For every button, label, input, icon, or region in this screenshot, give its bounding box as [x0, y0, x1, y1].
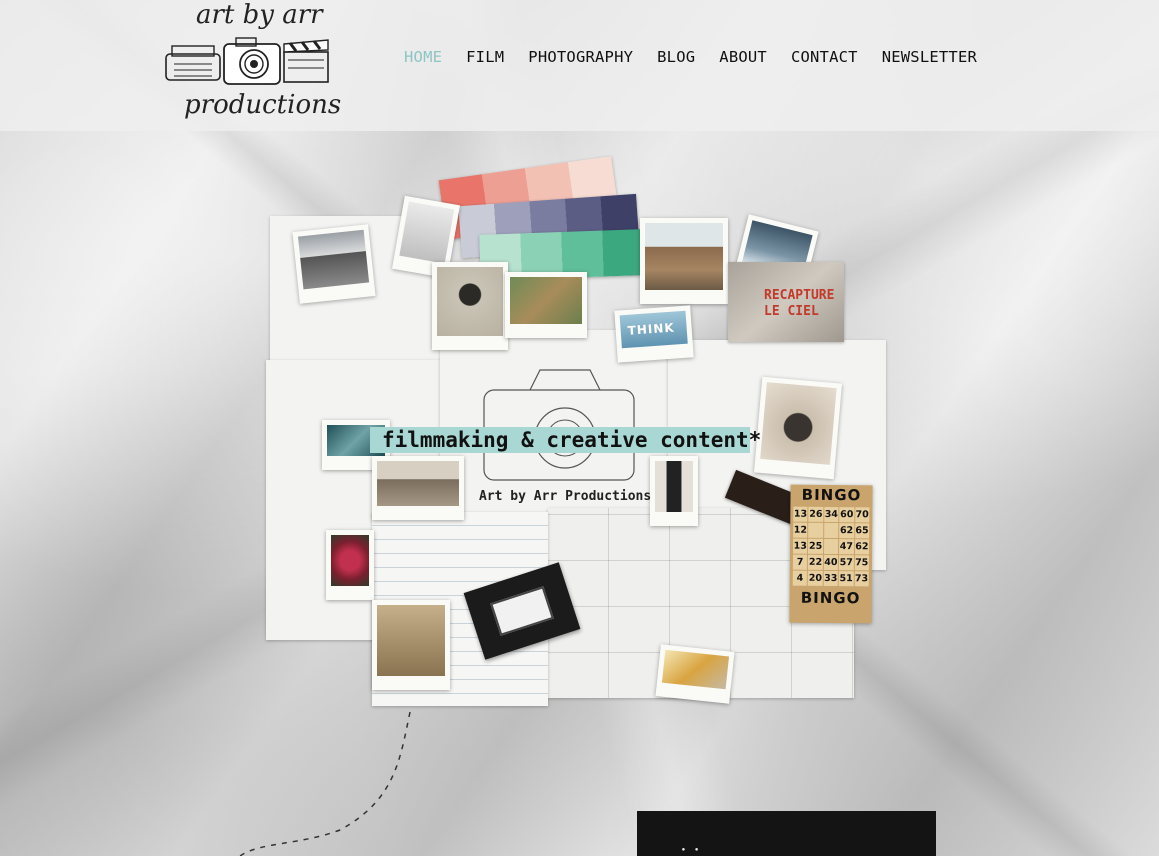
bingo-cell: 34: [824, 506, 839, 523]
group-photo: [372, 456, 464, 520]
bingo-cell: 62: [854, 539, 870, 555]
site-header: art by arr productions HOME FILM PHOTOGR…: [0, 0, 1159, 131]
nav-item-photography[interactable]: PHOTOGRAPHY: [516, 44, 645, 70]
bingo-cell: 73: [854, 571, 869, 587]
nav-item-blog[interactable]: BLOG: [645, 44, 707, 70]
logo-text-top: art by arr: [196, 0, 323, 30]
bingo-cell: 20: [808, 570, 823, 586]
partial-icon: ⸪: [681, 841, 699, 856]
bingo-cell: [823, 538, 839, 555]
nav-item-newsletter[interactable]: NEWSLETTER: [870, 44, 989, 70]
poster-text: RECAPTURE LE CIEL: [764, 288, 835, 319]
bingo-cell: 12: [793, 522, 808, 538]
window-photo: [650, 456, 698, 526]
aerial-city-photo: [505, 272, 587, 338]
bingo-cell: 47: [839, 539, 854, 555]
nav-item-home[interactable]: HOME: [392, 44, 454, 70]
bingo-cell: 57: [839, 555, 854, 571]
bingo-footer: BINGO: [800, 588, 861, 608]
bingo-cell: 7: [792, 554, 808, 570]
bingo-cell: 13: [793, 506, 808, 522]
typewriter-camera-clapperboard-icon: [165, 37, 329, 85]
main-nav: HOME FILM PHOTOGRAPHY BLOG ABOUT CONTACT…: [392, 44, 989, 70]
bingo-header: BINGO: [801, 485, 862, 505]
bingo-cell: 26: [808, 506, 824, 522]
dark-content-block: ⸪: [637, 811, 936, 856]
recapture-poster-photo: RECAPTURE LE CIEL: [728, 262, 844, 342]
bingo-card: BINGO 13 26 34 60 70 12 62 65 13 25 47 62 7 22 40 57 75 4…: [789, 484, 873, 624]
bingo-cell: 70: [854, 507, 870, 523]
bingo-cell: [808, 522, 824, 538]
bingo-cell: 75: [854, 555, 869, 571]
bingo-cell: 33: [823, 570, 839, 587]
typewriter-photo: [753, 376, 843, 480]
bingo-cell: 25: [808, 538, 823, 554]
think-photo: THINK: [614, 305, 694, 363]
bingo-cell: 60: [839, 507, 855, 523]
door-photo: [372, 600, 450, 690]
nav-item-contact[interactable]: CONTACT: [779, 44, 870, 70]
flower-photo: [326, 530, 374, 600]
bingo-cell: 22: [808, 554, 823, 570]
bingo-cell: 62: [839, 523, 854, 539]
castle-photo: [640, 218, 728, 304]
nav-item-about[interactable]: ABOUT: [707, 44, 779, 70]
bingo-grid: 13 26 34 60 70 12 62 65 13 25 47 62 7 22 40 57 75 4 20 33 51…: [790, 505, 873, 589]
nav-item-film[interactable]: FILM: [454, 44, 516, 70]
bingo-cell: [823, 522, 839, 539]
hero-tagline: filmmaking & creative content*: [370, 427, 761, 453]
bingo-cell: 40: [823, 554, 839, 571]
building-photo: [292, 224, 376, 304]
palm-tree-photo: [432, 262, 508, 350]
hero-byline: Art by Arr Productions: [479, 489, 652, 504]
cake-photo: [655, 644, 735, 704]
bingo-cell: 4: [792, 570, 808, 586]
bingo-cell: 13: [793, 538, 808, 554]
logo-text-bottom: productions: [184, 90, 342, 120]
site-logo[interactable]: art by arr productions: [158, 0, 341, 128]
bingo-cell: 65: [854, 523, 870, 539]
bingo-cell: 51: [838, 571, 854, 587]
